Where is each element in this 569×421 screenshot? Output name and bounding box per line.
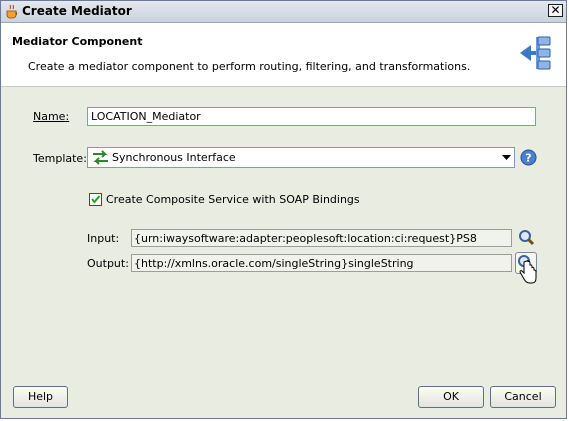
soap-bindings-label: Create Composite Service with SOAP Bindi… [106,193,360,206]
ok-button[interactable]: OK [418,386,484,408]
name-field[interactable]: LOCATION_Mediator [87,107,536,126]
mediator-icon [520,36,551,70]
input-label: Input: [87,232,120,245]
close-button[interactable]: ✕ [548,4,563,17]
svg-text:?: ? [525,152,531,165]
soap-bindings-checkbox[interactable] [89,193,102,206]
help-button[interactable]: Help [13,386,68,408]
output-field[interactable]: {http://xmlns.oracle.com/singleString}si… [131,254,512,272]
template-select[interactable]: Synchronous Interface [87,147,515,168]
header-banner: Mediator Component Create a mediator com… [1,23,566,87]
checkmark-icon [91,195,101,204]
template-label: Template: [33,152,87,165]
coffee-cup-icon [6,4,18,19]
name-label: Name: [33,110,69,123]
page-description: Create a mediator component to perform r… [28,60,471,73]
name-label-text: Name: [33,110,70,123]
sync-arrows-icon [93,150,108,165]
hand-cursor-icon [519,260,537,284]
create-mediator-dialog: Create Mediator ✕ Mediator Component Cre… [0,0,567,419]
output-label: Output: [87,257,129,270]
help-icon[interactable]: ? [520,149,537,166]
input-field[interactable]: {urn:iwaysoftware:adapter:peoplesoft:loc… [131,229,512,247]
cancel-button[interactable]: Cancel [490,386,556,408]
search-icon[interactable] [517,228,537,248]
chevron-down-icon[interactable] [501,151,512,164]
title-bar[interactable]: Create Mediator ✕ [1,1,566,23]
window-title: Create Mediator [22,4,132,18]
template-value: Synchronous Interface [112,151,236,164]
page-title: Mediator Component [12,35,143,48]
